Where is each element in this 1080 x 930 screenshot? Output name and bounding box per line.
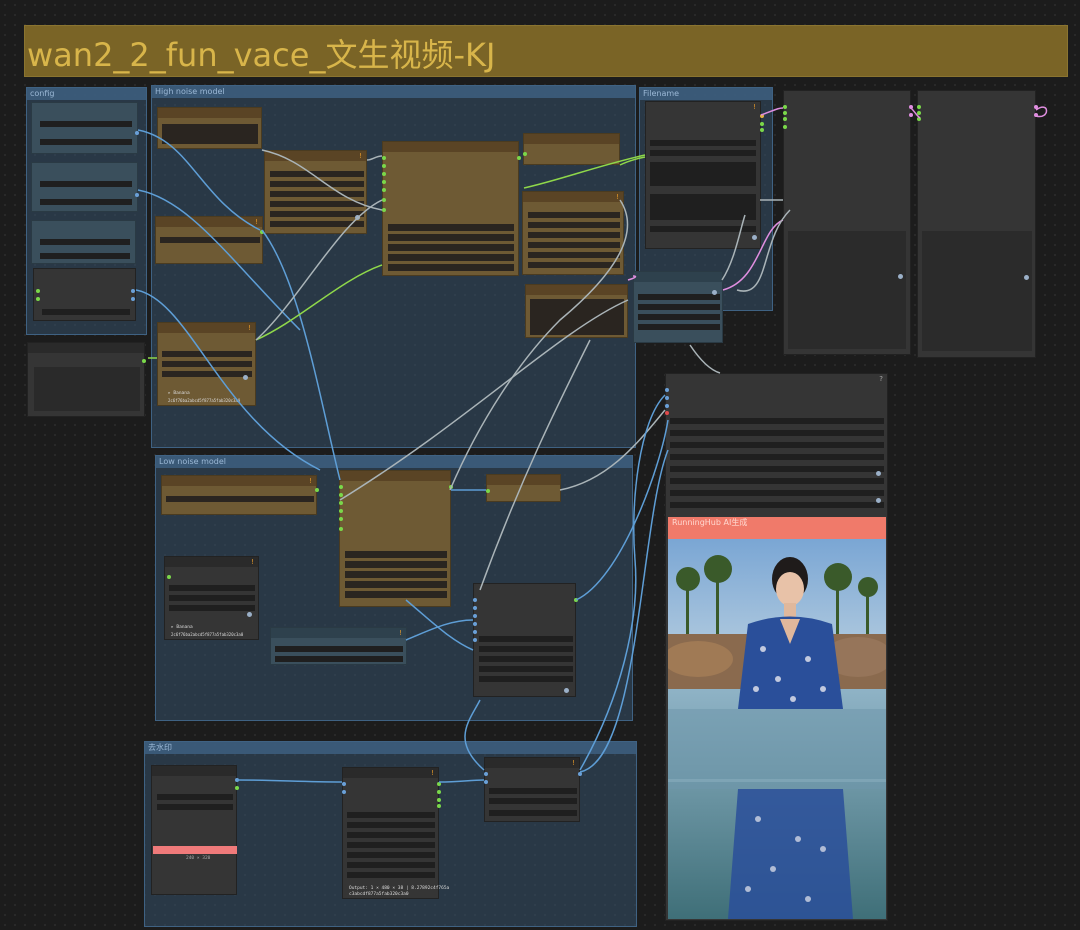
high-hash-value: 2c6f76ba2abcd5f877a5fab320c3a0 [168, 398, 241, 403]
config-node-frames[interactable] [33, 268, 136, 321]
high-node-text-encode[interactable] [525, 284, 628, 338]
high-node-ksampler[interactable] [382, 141, 521, 276]
config-node-height[interactable] [31, 162, 139, 212]
group-low-noise-title: Low noise model [156, 456, 632, 468]
group-watermark-title: 去水印 [145, 742, 636, 754]
node-graph-canvas[interactable]: wan2_2_fun_vace_文生视频-KJ config High nois… [0, 0, 1080, 930]
workflow-title: wan2_2_fun_vace_文生视频-KJ [27, 36, 496, 74]
workflow-title-banner[interactable]: wan2_2_fun_vace_文生视频-KJ [24, 25, 1068, 77]
low-node-clip-text[interactable] [486, 474, 561, 502]
low-node-ksampler[interactable] [339, 470, 453, 607]
low-hash-title: ▸ Banana [171, 625, 193, 630]
preview-header: RunningHub AI生成 [668, 517, 886, 539]
output-summary-line2: c3abcdf877a5fab320c3a0 [349, 892, 409, 897]
low-hash-value: 2c6f76ba2abcd5f877a5fab320c3a0 [171, 632, 244, 637]
low-node-lora-loader-notes[interactable]: ! ▸ Banana 2c6f76ba2abcd5f877a5fab320c3a… [164, 556, 259, 640]
low-node-sampler-custom[interactable] [473, 583, 578, 697]
high-node-scheduler[interactable]: ! [522, 191, 624, 275]
high-node-model-sampling[interactable]: ! [264, 150, 367, 234]
output-summary-line1: Output: 1 × 480 × 38 | 8.27892c4f765a [349, 886, 450, 891]
high-node-unet-loader[interactable] [157, 107, 262, 149]
high-hash-title: ▸ Banana [168, 391, 190, 396]
wm-node-image-composite[interactable]: ! [484, 757, 582, 822]
high-node-lora-loader-notes[interactable]: ! ▸ Banana 2c6f76ba2abcd5f877a5fab320c3a… [157, 322, 256, 406]
node-video-combine-a[interactable] [783, 90, 913, 355]
low-node-latent[interactable]: ! [270, 627, 407, 665]
config-node-width[interactable] [31, 102, 139, 154]
group-high-noise-title: High noise model [152, 86, 635, 98]
group-config-title: config [27, 88, 146, 100]
high-node-lora[interactable]: ! [155, 216, 264, 264]
wm-node-load-image[interactable]: 240 × 320 [151, 765, 239, 895]
node-empty-output[interactable] [27, 342, 146, 417]
high-node-clip-text-positive[interactable] [523, 133, 620, 165]
preview-image [668, 539, 886, 919]
video-preview-panel[interactable]: RunningHub AI生成 [668, 517, 886, 919]
node-video-combine-b[interactable] [917, 90, 1038, 358]
node-vae-decode[interactable] [633, 271, 723, 343]
mask-dims: 240 × 320 [186, 856, 211, 861]
config-node-length[interactable] [31, 220, 136, 264]
low-node-unet-loader[interactable]: ! [161, 475, 319, 515]
wm-node-inpaint[interactable]: ! Output: 1 × 480 × 38 | 8.27892c4f765a … [342, 767, 449, 899]
filename-node-prefix[interactable]: ! [645, 101, 764, 249]
group-filename-title: Filename [640, 88, 772, 100]
mask-preview-bar [153, 846, 237, 854]
